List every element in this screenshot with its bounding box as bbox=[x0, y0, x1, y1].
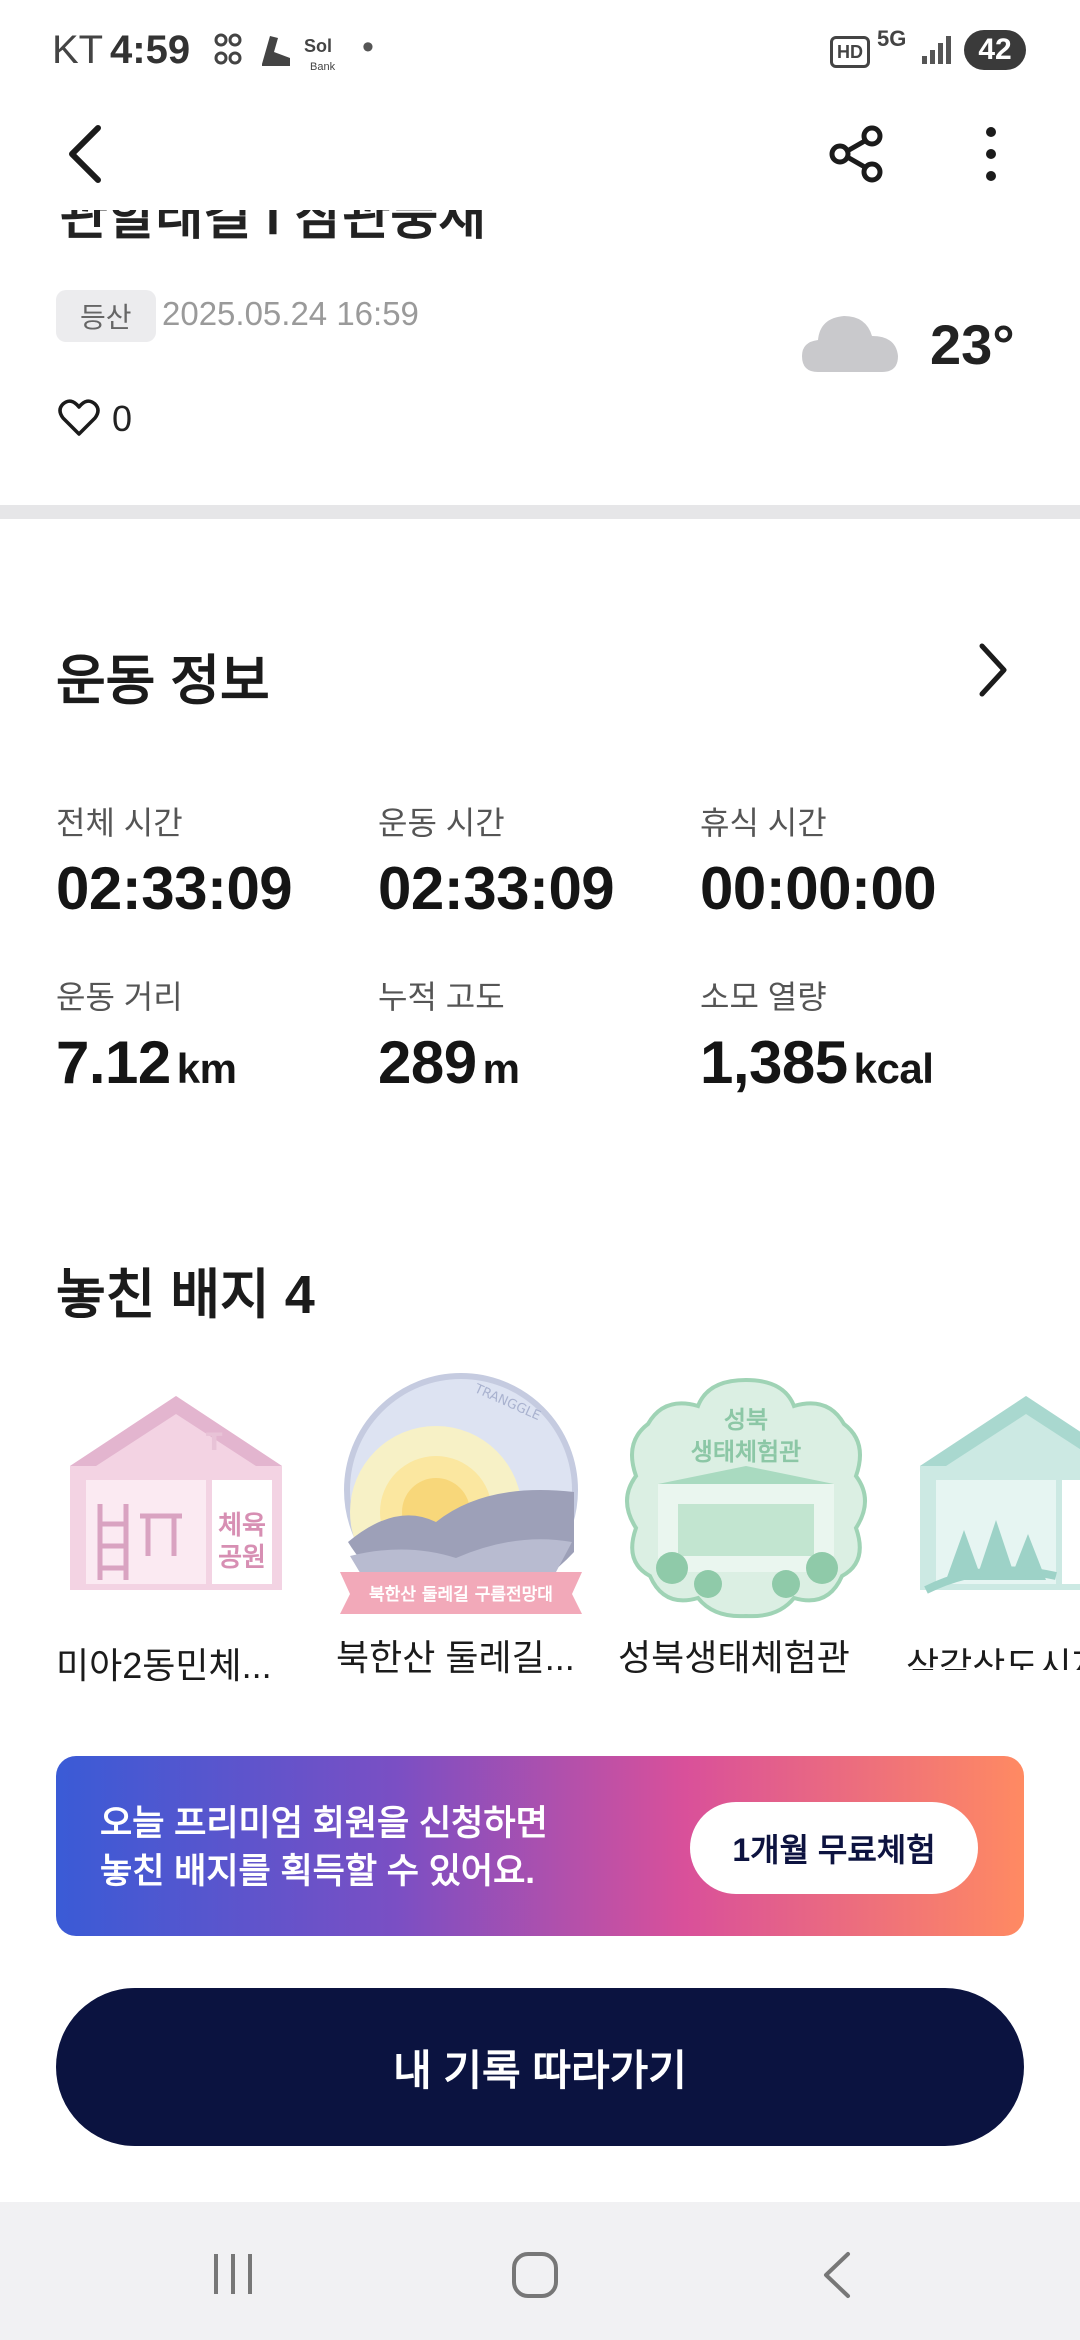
badge-seongbuk-eco: 성북 생태체험관 bbox=[625, 1377, 867, 1619]
banner-line-2: 놓친 배지를 획득할 수 있어요. bbox=[100, 1852, 536, 1891]
svg-text:T: T bbox=[206, 1428, 223, 1456]
stat-distance: 운동 거리 7.12 km bbox=[56, 972, 237, 1097]
stat-unit: km bbox=[176, 1045, 237, 1092]
shoe-app-icon bbox=[262, 36, 290, 66]
activity-tag: 등산 bbox=[56, 290, 156, 342]
follow-my-record-button[interactable]: 내 기록 따라가기 bbox=[56, 1988, 1024, 2146]
system-nav-bar bbox=[0, 2202, 1080, 2340]
status-bar: KT 4:59 Sol Bank • HD 5G 42 bbox=[0, 0, 1080, 100]
badge-name: 성북생태체험관 bbox=[618, 1637, 850, 1678]
stat-value: 1,385 kcal bbox=[700, 1028, 934, 1097]
badge-card[interactable]: 북한산 둘레길 구름전망대 TRANGGLE 북한산 둘레길... bbox=[336, 1372, 586, 1678]
sol-bank-icon: Sol Bank bbox=[304, 36, 336, 73]
svg-text:Sol: Sol bbox=[304, 36, 332, 56]
recent-apps-icon[interactable] bbox=[210, 2252, 256, 2296]
exercise-info-title: 운동 정보 bbox=[56, 651, 270, 711]
stat-label: 휴식 시간 bbox=[700, 805, 827, 841]
stat-label: 운동 거리 bbox=[56, 979, 183, 1015]
stat-label: 전체 시간 bbox=[56, 805, 183, 841]
banner-line-1: 오늘 프리미엄 회원을 신청하면 bbox=[100, 1804, 548, 1843]
badge-name: 북한산 둘레길... bbox=[336, 1637, 575, 1678]
like-count: 0 bbox=[112, 398, 133, 439]
stat-value: 02:33:09 bbox=[378, 854, 615, 923]
stat-number: 1,385 bbox=[700, 1029, 848, 1096]
section-divider bbox=[0, 505, 1080, 519]
signal-icon bbox=[922, 36, 951, 64]
stat-label: 누적 고도 bbox=[378, 979, 505, 1015]
svg-text:Bank: Bank bbox=[310, 61, 336, 73]
stat-number: 02:33:09 bbox=[378, 855, 615, 922]
stat-calories: 소모 열량 1,385 kcal bbox=[700, 972, 934, 1097]
stat-label: 운동 시간 bbox=[378, 805, 505, 841]
chevron-right-icon[interactable] bbox=[976, 640, 1010, 700]
svg-text:성북: 성북 bbox=[724, 1406, 768, 1434]
badge-bukhansan-round: 북한산 둘레길 구름전망대 TRANGGLE bbox=[340, 1373, 582, 1614]
stat-number: 7.12 bbox=[56, 1029, 171, 1096]
badge-name: 삼각산도시자 bbox=[906, 1645, 1080, 1670]
grid-app-icon bbox=[214, 33, 242, 65]
badge-card[interactable]: 성북 생태체험관 성북생태체험관 bbox=[618, 1372, 874, 1678]
activity-date: 2025.05.24 16:59 bbox=[162, 295, 419, 332]
stat-value: 02:33:09 bbox=[56, 854, 293, 923]
home-icon[interactable] bbox=[510, 2250, 560, 2300]
activity-title: 관할래길 l 참관풍채 bbox=[60, 205, 487, 245]
heart-icon[interactable] bbox=[58, 398, 100, 438]
stat-exercise-time: 운동 시간 02:33:09 bbox=[378, 798, 615, 923]
carrier-label: KT bbox=[52, 28, 104, 72]
missed-badges-title: 놓친 배지 4 bbox=[56, 1265, 315, 1325]
stat-total-time: 전체 시간 02:33:09 bbox=[56, 798, 293, 923]
badge-house-pink: 체육 공원 T bbox=[70, 1396, 282, 1590]
temperature: 23° bbox=[930, 313, 1015, 376]
badge-house-teal: 도 자 공 bbox=[920, 1396, 1080, 1594]
free-trial-button[interactable]: 1개월 무료체험 bbox=[690, 1802, 978, 1894]
stat-unit: kcal bbox=[853, 1045, 934, 1092]
app-header bbox=[0, 100, 1080, 210]
stat-value: 00:00:00 bbox=[700, 854, 937, 923]
svg-text:체육: 체육 bbox=[218, 1511, 266, 1541]
notification-dot: • bbox=[362, 28, 374, 66]
stat-number: 289 bbox=[378, 1029, 477, 1096]
svg-text:생태체험관: 생태체험관 bbox=[691, 1438, 801, 1466]
battery-indicator: 42 bbox=[964, 30, 1026, 70]
svg-text:북한산 둘레길 구름전망대: 북한산 둘레길 구름전망대 bbox=[369, 1585, 553, 1605]
stat-unit: m bbox=[482, 1045, 520, 1092]
stat-rest-time: 휴식 시간 00:00:00 bbox=[700, 798, 937, 923]
network-type: 5G bbox=[877, 26, 907, 51]
stat-label: 소모 열량 bbox=[700, 979, 827, 1015]
badge-card[interactable]: 체육 공원 T 미아2동민체... bbox=[56, 1380, 296, 1686]
stat-value: 7.12 km bbox=[56, 1028, 237, 1097]
status-time: 4:59 bbox=[110, 28, 191, 72]
back-icon[interactable] bbox=[820, 2250, 854, 2300]
share-icon[interactable] bbox=[826, 124, 886, 184]
more-vertical-icon[interactable] bbox=[976, 124, 1006, 184]
badge-name: 미아2동민체... bbox=[56, 1645, 272, 1686]
stat-value: 289 m bbox=[378, 1028, 520, 1097]
premium-banner[interactable]: 오늘 프리미엄 회원을 신청하면 놓친 배지를 획득할 수 있어요. 1개월 무… bbox=[56, 1756, 1024, 1936]
cloud-icon bbox=[802, 316, 898, 372]
svg-text:공원: 공원 bbox=[218, 1543, 266, 1573]
chevron-left-icon[interactable] bbox=[60, 122, 110, 186]
hd-voice-icon: HD bbox=[830, 36, 870, 68]
stat-elevation: 누적 고도 289 m bbox=[378, 972, 520, 1097]
badge-card[interactable]: 도 자 공 삼각산도시자 bbox=[906, 1380, 1080, 1670]
banner-text: 오늘 프리미엄 회원을 신청하면 놓친 배지를 획득할 수 있어요. bbox=[100, 1800, 548, 1896]
stat-number: 02:33:09 bbox=[56, 855, 293, 922]
stat-number: 00:00:00 bbox=[700, 855, 937, 922]
